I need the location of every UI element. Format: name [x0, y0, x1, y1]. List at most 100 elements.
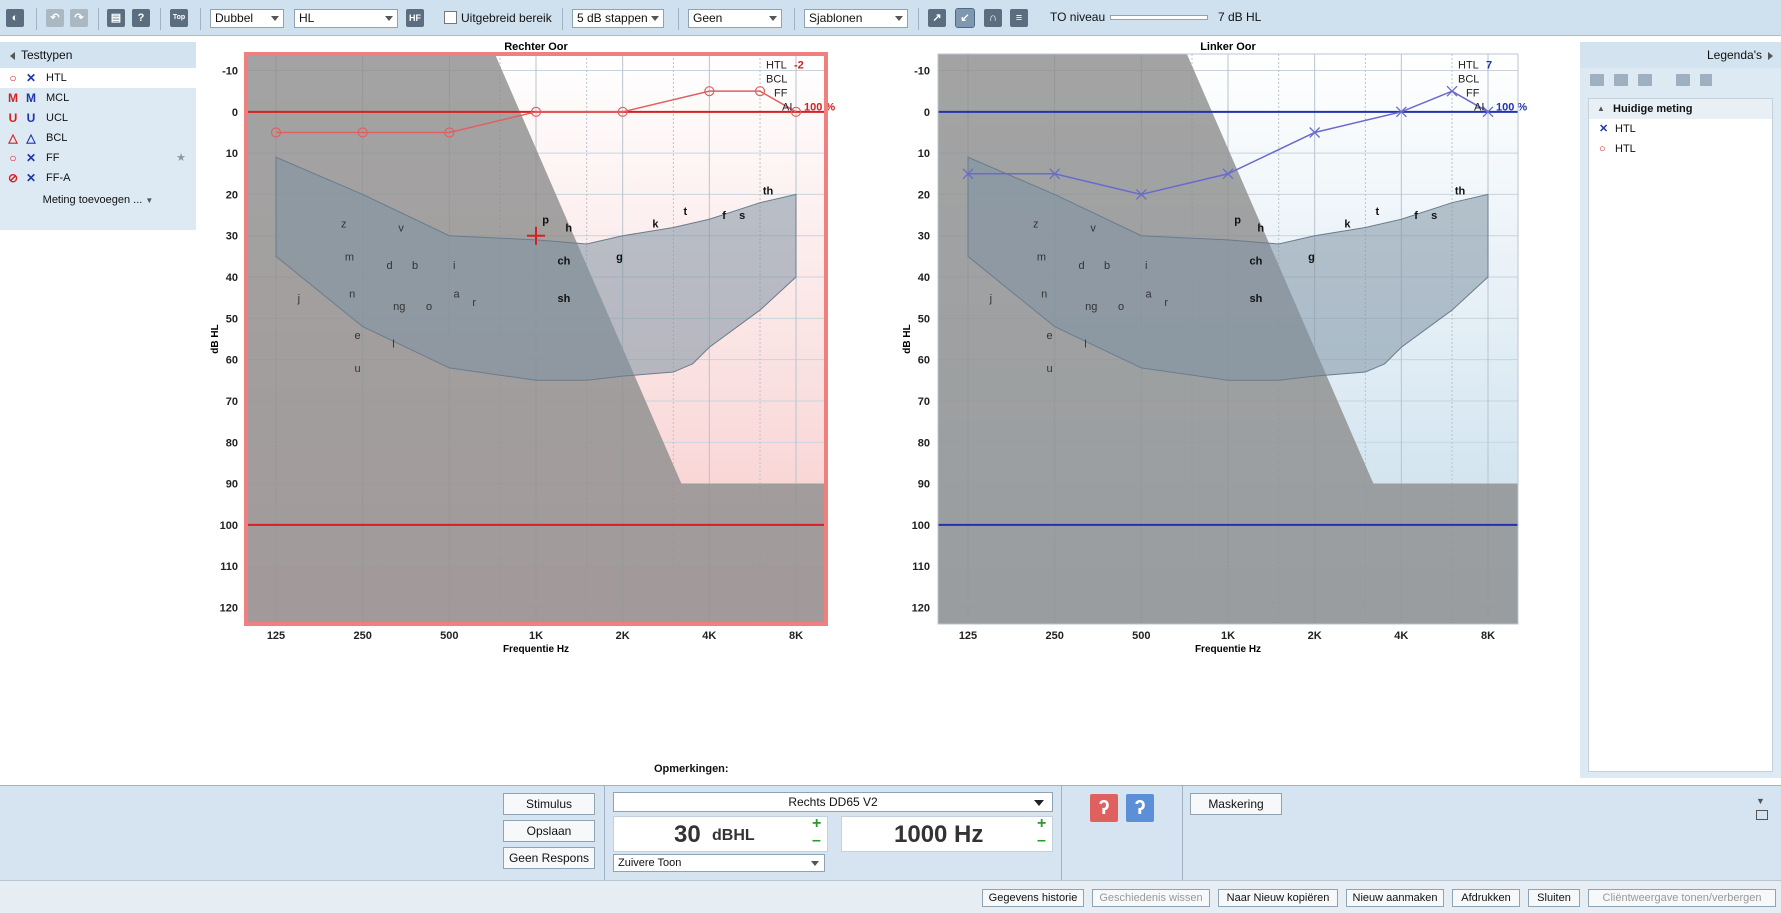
extended-range-checkbox[interactable]	[444, 11, 457, 24]
speech-sound-label: o	[1118, 301, 1124, 313]
to-level-slider[interactable]	[1110, 15, 1208, 20]
legend-group-current[interactable]: ▲ Huidige meting	[1589, 99, 1772, 119]
info-label: FF	[1466, 88, 1480, 100]
view-mode-select[interactable]: Dubbel	[210, 9, 284, 28]
templates-select[interactable]: Sjablonen	[804, 9, 908, 28]
y-tick-label: 120	[912, 602, 930, 614]
right-ear-icon[interactable]: ʔ	[1090, 794, 1118, 822]
toolbar-divider	[36, 8, 37, 30]
test-types-title: Testtypen	[21, 48, 73, 62]
tone-type-select[interactable]: Zuivere Toon	[613, 854, 825, 872]
legend-copy-icon[interactable]	[1614, 74, 1628, 86]
chevron-down-icon	[811, 861, 819, 866]
legend-edit-icon[interactable]	[1638, 74, 1652, 86]
expand-panel-icon[interactable]: ▼	[1756, 796, 1765, 806]
app-menu-icon[interactable]: ◐	[6, 9, 24, 27]
masking-button[interactable]: Maskering	[1190, 793, 1282, 815]
save-button[interactable]: Opslaan	[503, 820, 595, 842]
undo-icon[interactable]: ↶	[46, 9, 64, 27]
test-type-ff-a[interactable]: ⊘ ✕ FF-A	[0, 168, 196, 188]
legend-delete-icon[interactable]	[1700, 74, 1712, 86]
client-view-toggle-button[interactable]: Cliëntweergave tonen/verbergen	[1588, 889, 1776, 907]
add-measurement-dropdown[interactable]: Meting toevoegen ... ▼	[0, 194, 196, 206]
freq-increase-button[interactable]: +	[1037, 815, 1046, 833]
y-tick-label: 50	[918, 313, 930, 325]
test-type-bcl[interactable]: △ △ BCL	[0, 128, 196, 148]
speech-sound-label: g	[616, 252, 623, 264]
speech-sound-label: v	[1090, 223, 1096, 235]
speech-sound-label: z	[341, 218, 347, 230]
clear-history-button[interactable]: Geschiedenis wissen	[1092, 889, 1210, 907]
headphones-icon[interactable]: ∩	[984, 9, 1002, 27]
copy-to-new-button[interactable]: Naar Nieuw kopiëren	[1218, 889, 1338, 907]
audiogram-svg: Linker Oor -10 0 10 20 30 40 50 60 70 80 90 100 110 12…	[902, 41, 1527, 655]
x-tick-label: 2K	[616, 630, 630, 642]
transducer-select[interactable]: Rechts DD65 V2	[613, 792, 1053, 812]
x-tick-label: 8K	[789, 630, 803, 642]
legend-item[interactable]: ○ HTL	[1589, 139, 1772, 159]
no-response-button[interactable]: Geen Respons	[503, 847, 595, 869]
freq-decrease-button[interactable]: –	[1037, 832, 1046, 850]
left-ear-audiogram[interactable]: Linker Oor -10 0 10 20 30 40 50 60 70 80 90 100 110 12…	[890, 41, 1570, 742]
create-new-button[interactable]: Nieuw aanmaken	[1346, 889, 1444, 907]
print-icon[interactable]: ▤	[107, 9, 125, 27]
info-label: HTL	[1458, 60, 1479, 72]
toolbar: ◐ ↶ ↷ ▤ ? Top Dubbel HL HF Uitgebreid be…	[0, 0, 1781, 36]
y-tick-label: -10	[914, 66, 930, 78]
test-types-header[interactable]: Testtypen	[0, 42, 196, 68]
panel-divider	[604, 786, 605, 881]
test-type-mcl[interactable]: M M MCL	[0, 88, 196, 108]
scale-select[interactable]: HL	[294, 9, 398, 28]
test-type-ucl[interactable]: U U UCL	[0, 108, 196, 128]
hf-icon[interactable]: HF	[406, 9, 424, 27]
scale-value: HL	[299, 11, 315, 25]
speech-sound-label: j	[989, 293, 992, 305]
speech-sound-label: k	[1344, 218, 1351, 230]
speech-sound-label: z	[1033, 218, 1039, 230]
top-icon[interactable]: Top	[170, 9, 188, 27]
stimulus-button[interactable]: Stimulus	[503, 793, 595, 815]
speech-sound-label: s	[739, 210, 745, 222]
legend-move-icon[interactable]	[1590, 74, 1604, 86]
legend-item[interactable]: ✕ HTL	[1589, 119, 1772, 139]
level-increase-button[interactable]: +	[812, 815, 821, 833]
test-type-label: UCL	[46, 112, 69, 124]
step-select[interactable]: 5 dB stappen	[572, 9, 664, 28]
redo-icon[interactable]: ↷	[70, 9, 88, 27]
masking-select[interactable]: Geen	[688, 9, 782, 28]
undock-icon[interactable]	[1756, 810, 1768, 820]
chevron-down-icon	[385, 16, 393, 21]
y-tick-label: 80	[226, 437, 238, 449]
x-tick-label: 8K	[1481, 630, 1495, 642]
speech-sound-label: d	[387, 260, 393, 272]
right-ear-symbol-icon: U	[8, 111, 18, 125]
settings-panel-icon[interactable]: ≡	[1010, 9, 1028, 27]
right-ear-audiogram[interactable]: Rechter Oor -10 0 10 20 30 40 50 60 70 80 90 100 110 1…	[198, 41, 878, 742]
left-ear-icon[interactable]: ʔ	[1126, 794, 1154, 822]
x-tick-label: 4K	[702, 630, 716, 642]
cursor-up-icon[interactable]: ↗	[928, 9, 946, 27]
left-ear-symbol-icon: ✕	[25, 171, 37, 185]
speech-sound-label: e	[1047, 330, 1053, 342]
y-tick-label: 60	[918, 355, 930, 367]
close-button[interactable]: Sluiten	[1528, 889, 1580, 907]
speech-sound-label: l	[1084, 338, 1086, 350]
speech-sound-label: s	[1431, 210, 1437, 222]
star-icon[interactable]: ★	[176, 148, 186, 168]
left-ear-symbol-icon: △	[26, 131, 36, 145]
speech-sound-label: f	[1414, 210, 1418, 222]
history-button[interactable]: Gegevens historie	[982, 889, 1084, 907]
help-icon[interactable]: ?	[132, 9, 150, 27]
legend-add-icon[interactable]	[1676, 74, 1690, 86]
legend-header[interactable]: Legenda's	[1580, 42, 1781, 68]
toolbar-divider	[678, 8, 679, 30]
cursor-down-icon[interactable]: ↙	[955, 8, 975, 28]
y-tick-label: 60	[226, 355, 238, 367]
right-ear-symbol-icon: ○	[9, 71, 17, 85]
test-type-htl[interactable]: ○ ✕ HTL	[0, 68, 196, 88]
print-button[interactable]: Afdrukken	[1452, 889, 1520, 907]
level-decrease-button[interactable]: –	[812, 832, 821, 850]
to-level-label: TO niveau	[1050, 10, 1106, 24]
test-type-ff[interactable]: ○ ✕ FF ★	[0, 148, 196, 168]
transducer-value: Rechts DD65 V2	[788, 795, 878, 809]
